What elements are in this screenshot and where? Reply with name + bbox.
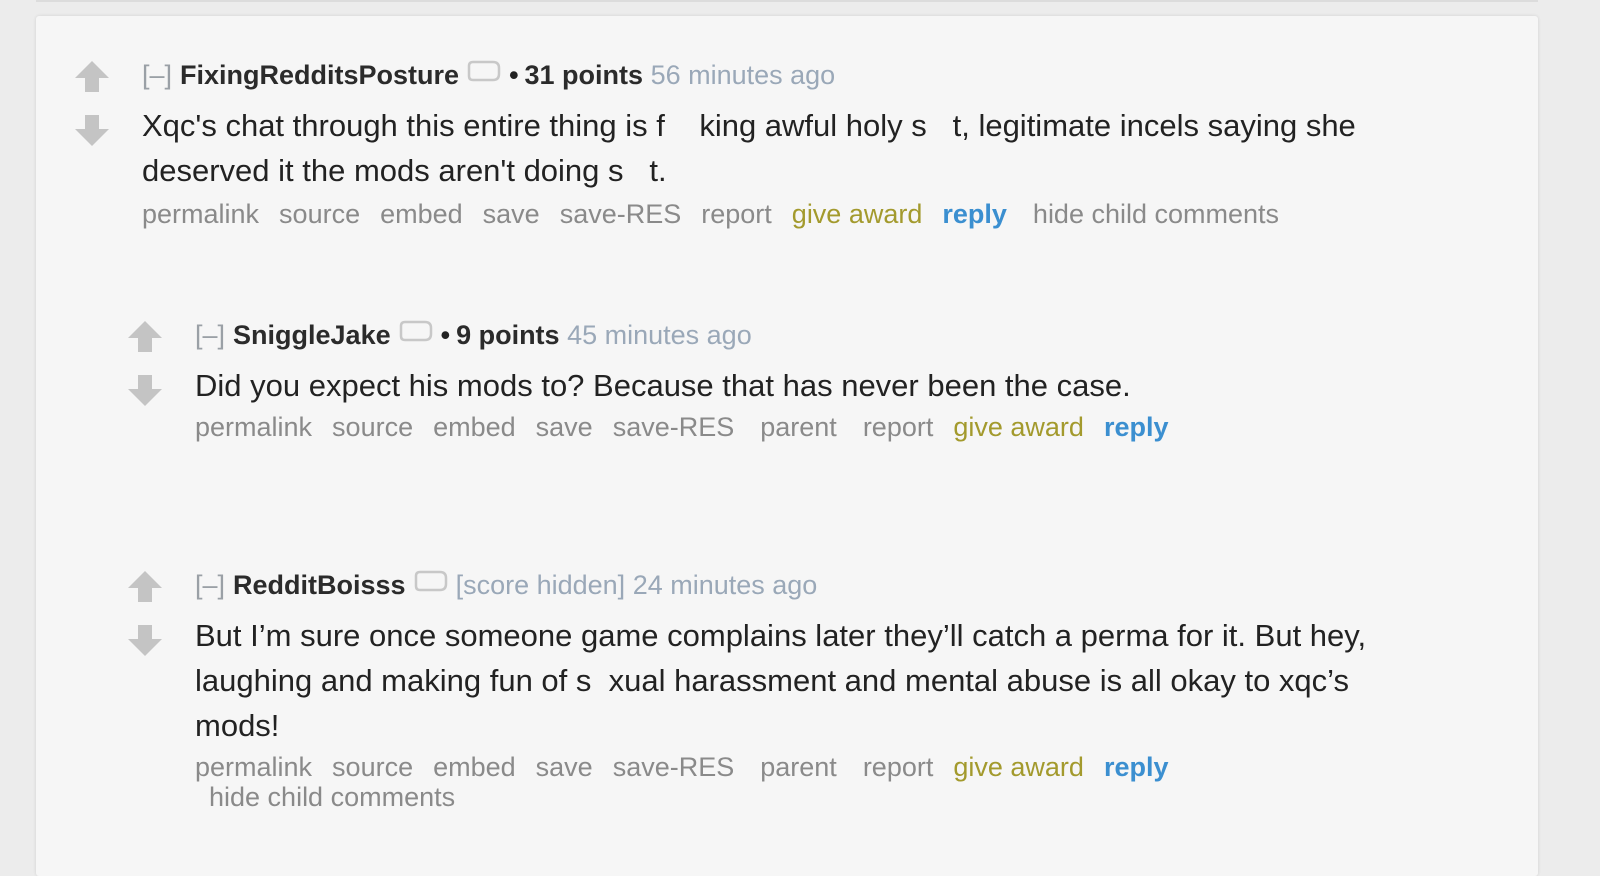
- bullet: •: [509, 60, 519, 90]
- save-link[interactable]: save: [536, 412, 593, 442]
- tag-icon[interactable]: [414, 566, 448, 600]
- author-link[interactable]: RedditBoisss: [233, 570, 406, 600]
- upvote-arrow-icon[interactable]: [125, 568, 165, 608]
- permalink-link[interactable]: permalink: [142, 199, 259, 229]
- give-award-link[interactable]: give award: [953, 412, 1084, 442]
- downvote-arrow-icon[interactable]: [125, 620, 165, 660]
- collapse-toggle[interactable]: [–]: [195, 570, 225, 600]
- give-award-link[interactable]: give award: [953, 752, 1084, 782]
- tagline: [–] RedditBoisss [score hidden] 24 minutes…: [195, 568, 1485, 604]
- comment-entry: [–] FixingRedditsPosture • 31 points 56 min…: [142, 58, 1472, 231]
- collapse-toggle[interactable]: [–]: [142, 60, 172, 90]
- author-link[interactable]: SniggleJake: [233, 320, 391, 350]
- comment-body: Xqc's chat through this entire thing is …: [142, 107, 1365, 188]
- downvote-arrow-icon[interactable]: [72, 110, 112, 150]
- vote-controls: [125, 568, 165, 660]
- hide-child-comments-link[interactable]: hide child comments: [1033, 199, 1279, 229]
- timestamp[interactable]: 45 minutes ago: [567, 320, 752, 350]
- score: 31 points: [524, 60, 644, 90]
- embed-link[interactable]: embed: [380, 199, 463, 229]
- report-link[interactable]: report: [863, 752, 934, 782]
- give-award-link[interactable]: give award: [792, 199, 923, 229]
- comment-actions-overflow: hide child comments: [195, 780, 1485, 814]
- reply-link[interactable]: reply: [1104, 752, 1169, 782]
- save-link[interactable]: save: [536, 752, 593, 782]
- source-link[interactable]: source: [332, 752, 413, 782]
- permalink-link[interactable]: permalink: [195, 752, 312, 782]
- comment-entry: [–] SniggleJake • 9 points 45 minutes ago D…: [195, 318, 1485, 444]
- tag-icon[interactable]: [399, 316, 433, 350]
- parent-link[interactable]: parent: [760, 752, 837, 782]
- source-link[interactable]: source: [279, 199, 360, 229]
- report-link[interactable]: report: [701, 199, 772, 229]
- reply-link[interactable]: reply: [1104, 412, 1169, 442]
- downvote-arrow-icon[interactable]: [125, 370, 165, 410]
- permalink-link[interactable]: permalink: [195, 412, 312, 442]
- vote-controls: [72, 58, 112, 150]
- score: 9 points: [456, 320, 560, 350]
- score-hidden: [score hidden]: [455, 570, 626, 600]
- comment-body: But I’m sure once someone game complains…: [195, 617, 1375, 743]
- author-link[interactable]: FixingRedditsPosture: [180, 60, 459, 90]
- comment-actions: permalink source embed save save-RES parent re…: [195, 750, 1485, 784]
- collapse-toggle[interactable]: [–]: [195, 320, 225, 350]
- timestamp[interactable]: 24 minutes ago: [633, 570, 818, 600]
- hide-child-comments-link[interactable]: hide child comments: [209, 782, 455, 812]
- save-link[interactable]: save: [483, 199, 540, 229]
- upvote-arrow-icon[interactable]: [125, 318, 165, 358]
- upvote-arrow-icon[interactable]: [72, 58, 112, 98]
- vote-controls: [125, 318, 165, 410]
- save-res-link[interactable]: save-RES: [613, 412, 735, 442]
- comment-actions: permalink source embed save save-RES parent re…: [195, 410, 1485, 444]
- tagline: [–] SniggleJake • 9 points 45 minutes ago: [195, 318, 1485, 354]
- timestamp[interactable]: 56 minutes ago: [651, 60, 836, 90]
- source-link[interactable]: source: [332, 412, 413, 442]
- save-res-link[interactable]: save-RES: [613, 752, 735, 782]
- comment-actions: permalink source embed save save-RES report gi…: [142, 197, 1472, 231]
- reply-link[interactable]: reply: [942, 199, 1007, 229]
- report-link[interactable]: report: [863, 412, 934, 442]
- embed-link[interactable]: embed: [433, 752, 516, 782]
- tag-icon[interactable]: [467, 56, 501, 90]
- tagline: [–] FixingRedditsPosture • 31 points 56 min…: [142, 58, 1472, 94]
- comment-entry: [–] RedditBoisss [score hidden] 24 minutes…: [195, 568, 1485, 814]
- save-res-link[interactable]: save-RES: [560, 199, 682, 229]
- comment-body: Did you expect his mods to? Because that…: [195, 367, 1131, 403]
- embed-link[interactable]: embed: [433, 412, 516, 442]
- parent-link[interactable]: parent: [760, 412, 837, 442]
- top-divider: [36, 0, 1538, 2]
- bullet: •: [440, 320, 451, 350]
